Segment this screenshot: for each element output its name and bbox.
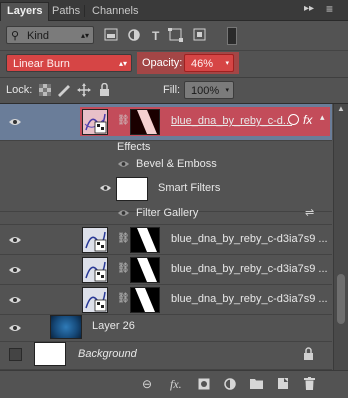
lock-row: Lock: Fill: 100% ▾ [0,78,348,102]
smart-object-icon [288,114,299,125]
blend-mode-value: Linear Burn [13,58,70,70]
collapse-effects-icon[interactable]: ▴ [320,112,325,123]
fill-label: Fill: [163,84,181,96]
collapse-icon[interactable]: ▸▸ [304,3,314,14]
opacity-input[interactable]: 46% ▾ [184,54,234,72]
filter-icons: T [104,28,206,42]
layer-thumbnail [82,257,108,283]
layer-row[interactable]: ⛓ blue_dna_by_reby_c-d3ia7s9 ... [0,285,332,315]
layer-thumbnail [34,342,66,366]
adjustment-filter-icon[interactable] [128,29,140,41]
lock-image-pixels-icon[interactable] [58,85,70,97]
filter-gallery-row[interactable]: Filter Gallery ⇌ [0,202,332,225]
eye-icon[interactable] [9,236,21,244]
fx-add-style-icon[interactable]: fx. [170,377,182,392]
new-layer-icon[interactable] [277,377,289,390]
chevron-updown-icon: ▴▾ [118,59,127,68]
panel-tab-bar: Layers Paths Channels ▸▸ ≡ [0,0,348,21]
eye-icon[interactable] [9,118,21,126]
lock-position-icon[interactable] [77,83,91,97]
effect-bevel-emboss[interactable]: Bevel & Emboss [136,158,217,170]
layer-mask-thumbnail [130,227,160,253]
filter-row: ⚲ Kind ▴▾ T [0,20,348,51]
link-icon[interactable]: ⛓ [117,263,130,274]
layer-row-background[interactable]: Background [0,342,332,370]
scroll-up-icon[interactable]: ▲ [337,104,345,113]
layer-mask-thumbnail [130,257,160,283]
filter-kind-label: Kind [27,30,50,42]
panel-menu-icon[interactable]: ≡ [326,2,333,16]
filter-options-icon[interactable]: ⇌ [305,206,314,219]
link-icon[interactable]: ⛓ [117,233,130,244]
add-mask-icon[interactable] [198,378,210,390]
tab-separator [84,5,85,17]
layer-name[interactable]: Layer 26 [92,320,135,332]
panel-footer: ⊖ fx. [0,370,348,398]
scrollbar[interactable]: ▲ [333,104,348,370]
lock-icon [304,347,313,360]
scrollbar-thumb[interactable] [337,274,345,324]
lock-transparent-pixels-icon[interactable] [39,84,51,96]
adjustment-layer-icon[interactable] [224,378,236,390]
layer-name[interactable]: blue_dna_by_reby_c-d... [171,115,292,127]
link-icon[interactable]: ⛓ [117,293,130,304]
blend-mode-select[interactable]: Linear Burn ▴▾ [6,54,132,72]
svg-text:T: T [152,29,160,42]
eye-icon[interactable] [118,209,129,217]
link-layers-icon[interactable]: ⊖ [142,377,152,391]
folder-icon[interactable] [250,378,263,389]
layer-row[interactable]: ⛓ blue_dna_by_reby_c-d3ia7s9 ... [0,225,332,255]
filter-kind-select[interactable]: ⚲ Kind ▴▾ [6,26,94,44]
search-icon: ⚲ [11,30,20,42]
blend-row: Linear Burn ▴▾ Opacity: 46% ▾ [0,50,348,76]
visibility-toggle[interactable] [9,348,22,361]
effects-label: Effects [117,141,151,153]
layer-thumbnail [50,315,82,339]
eye-icon[interactable] [9,296,21,304]
layers-panel: Layers Paths Channels ▸▸ ≡ ⚲ Kind ▴▾ T L… [0,0,348,398]
tab-layers[interactable]: Layers [0,2,50,21]
opacity-label: Opacity: [142,57,183,69]
layer-thumbnail [82,109,108,135]
layer-name[interactable]: blue_dna_by_reby_c-d3ia7s9 ... [171,233,328,245]
layer-mask-thumbnail [130,109,160,135]
lock-all-icon[interactable] [100,83,109,97]
layer-thumbnail [82,287,108,313]
layer-name[interactable]: Background [78,348,137,360]
fx-icon[interactable]: fx [303,113,312,127]
trash-icon[interactable] [304,377,315,390]
layer-row-selected[interactable]: ⛓ blue_dna_by_reby_c-d... fx ▴ [0,104,332,141]
lock-label: Lock: [6,84,33,96]
eye-icon[interactable] [100,184,111,192]
smart-filters-label[interactable]: Smart Filters [158,182,220,194]
smart-filter-mask-thumbnail [116,177,148,201]
filter-toggle[interactable] [227,27,237,45]
link-icon[interactable]: ⛓ [117,115,130,126]
chevron-updown-icon: ▴▾ [80,31,89,40]
layer-thumbnail [82,227,108,253]
fill-input[interactable]: 100% ▾ [184,81,234,99]
eye-icon[interactable] [9,324,21,332]
chevron-down-icon: ▾ [225,87,229,94]
fill-value: 100% [191,85,220,97]
layer-mask-thumbnail [130,287,160,313]
filter-gallery-label[interactable]: Filter Gallery [136,207,198,219]
eye-icon[interactable] [118,160,129,168]
eye-icon[interactable] [9,266,21,274]
layer-name[interactable]: blue_dna_by_reby_c-d3ia7s9 ... [171,293,328,305]
tab-paths[interactable]: Paths [52,3,80,20]
type-filter-icon[interactable]: T [152,29,160,42]
layer-row[interactable]: ⛓ blue_dna_by_reby_c-d3ia7s9 ... [0,255,332,285]
layer-row[interactable]: Layer 26 [0,315,332,342]
layer-name[interactable]: blue_dna_by_reby_c-d3ia7s9 ... [171,263,328,275]
tab-channels[interactable]: Channels [92,3,138,20]
chevron-down-icon: ▾ [225,60,229,67]
opacity-value: 46% [191,58,214,70]
smart-object-filter-icon[interactable] [193,28,206,41]
image-filter-icon[interactable] [104,28,118,41]
shape-filter-icon[interactable] [168,28,183,42]
lock-icons [39,83,109,97]
